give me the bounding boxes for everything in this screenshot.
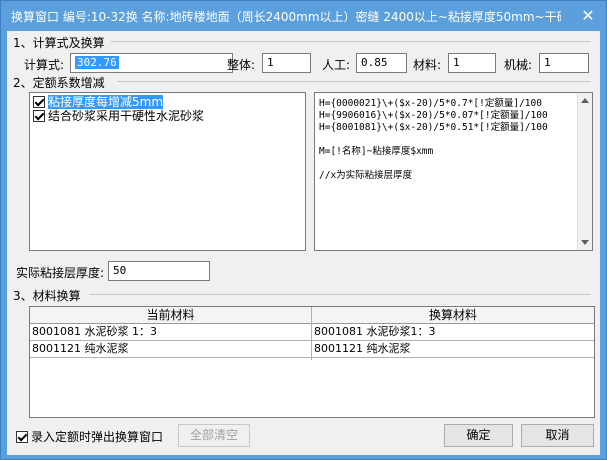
vertical-scrollbar[interactable] (577, 93, 592, 250)
section-calc-title: 1、计算式及换算 (13, 36, 105, 50)
column-header-current[interactable]: 当前材料 (30, 307, 312, 324)
formula-text-area[interactable]: H={0000021}\+($x-20)/5*0.7*[!定额量]/100 H=… (314, 92, 593, 251)
formula-line: H={9906016}\+($x-20)/5*0.07*[!定额量]/100 (319, 110, 548, 121)
popup-checkbox-label: 录入定额时弹出换算窗口 (31, 430, 164, 444)
section-divider (89, 294, 591, 295)
material-label: 材料: (413, 58, 442, 72)
column-header-replacement[interactable]: 换算材料 (312, 307, 594, 324)
thickness-input[interactable]: 50 (108, 261, 210, 281)
section-coeff-title: 2、定额系数增减 (13, 76, 105, 90)
formula-line: M=[!名称]~粘接厚度$xmm (319, 146, 434, 157)
material-grid[interactable]: 当前材料 换算材料 8001081 水泥砂浆 1：3 8001081 水泥砂浆1… (29, 306, 595, 418)
close-icon[interactable]: ✕ (576, 5, 600, 27)
formula-input[interactable]: 302.76 (70, 53, 233, 73)
whole-label: 整体: (227, 58, 256, 72)
window-title: 换算窗口 编号:10-32换 名称:地砖楼地面（周长2400mm以上）密缝 24… (11, 10, 561, 24)
scroll-down-icon[interactable] (581, 240, 589, 245)
current-material-cell[interactable]: 8001081 水泥砂浆 1：3 (30, 324, 312, 341)
column-divider (311, 307, 312, 360)
formula-line: H={8001081}\+($x-20)/5*0.51*[!定额量]/100 (319, 122, 548, 133)
machine-input[interactable]: 1 (539, 53, 589, 73)
coefficient-option-list[interactable]: 粘接厚度每增减5mm 结合砂浆采用干硬性水泥砂浆 (29, 92, 306, 251)
clear-all-button[interactable]: 全部清空 (178, 424, 250, 447)
dialog-body: 1、计算式及换算 计算式: 302.76 整体: 1 人工: 0.85 材料: … (7, 31, 600, 455)
popup-checkbox[interactable] (16, 430, 28, 443)
current-material-cell[interactable]: 8001121 纯水泥浆 (30, 341, 312, 358)
section-divider (117, 81, 591, 82)
option-label: 粘接厚度每增减5mm (48, 95, 164, 109)
whole-input[interactable]: 1 (262, 53, 311, 73)
option-label: 结合砂浆采用干硬性水泥砂浆 (48, 109, 205, 123)
option-checkbox[interactable] (33, 109, 45, 122)
machine-label: 机械: (504, 58, 533, 72)
scroll-up-icon[interactable] (581, 98, 589, 103)
option-thickness-adjust[interactable]: 粘接厚度每增减5mm (33, 95, 303, 110)
labor-label: 人工: (322, 58, 351, 72)
formula-line: //x为实际粘接层厚度 (319, 170, 413, 181)
ok-button[interactable]: 确定 (444, 424, 513, 447)
formula-value: 302.76 (75, 56, 119, 69)
section-divider (111, 41, 591, 42)
replacement-material-cell[interactable]: 8001121 纯水泥浆 (312, 341, 594, 358)
option-checkbox[interactable] (33, 95, 45, 108)
conversion-window: 换算窗口 编号:10-32换 名称:地砖楼地面（周长2400mm以上）密缝 24… (0, 0, 607, 460)
formula-label: 计算式: (24, 58, 65, 72)
formula-line: H={0000021}\+($x-20)/5*0.7*[!定额量]/100 (319, 98, 542, 109)
popup-on-entry-option[interactable]: 录入定额时弹出换算窗口 (16, 428, 163, 445)
section-material-title: 3、材料换算 (13, 289, 81, 303)
cancel-button[interactable]: 取消 (521, 424, 594, 447)
replacement-material-cell[interactable]: 8001081 水泥砂浆1：3 (312, 324, 594, 341)
title-bar[interactable]: 换算窗口 编号:10-32换 名称:地砖楼地面（周长2400mm以上）密缝 24… (1, 1, 606, 31)
thickness-label: 实际粘接层厚度: (16, 266, 105, 280)
material-input[interactable]: 1 (448, 53, 496, 73)
option-dry-mortar[interactable]: 结合砂浆采用干硬性水泥砂浆 (33, 109, 303, 124)
labor-input[interactable]: 0.85 (356, 53, 407, 73)
